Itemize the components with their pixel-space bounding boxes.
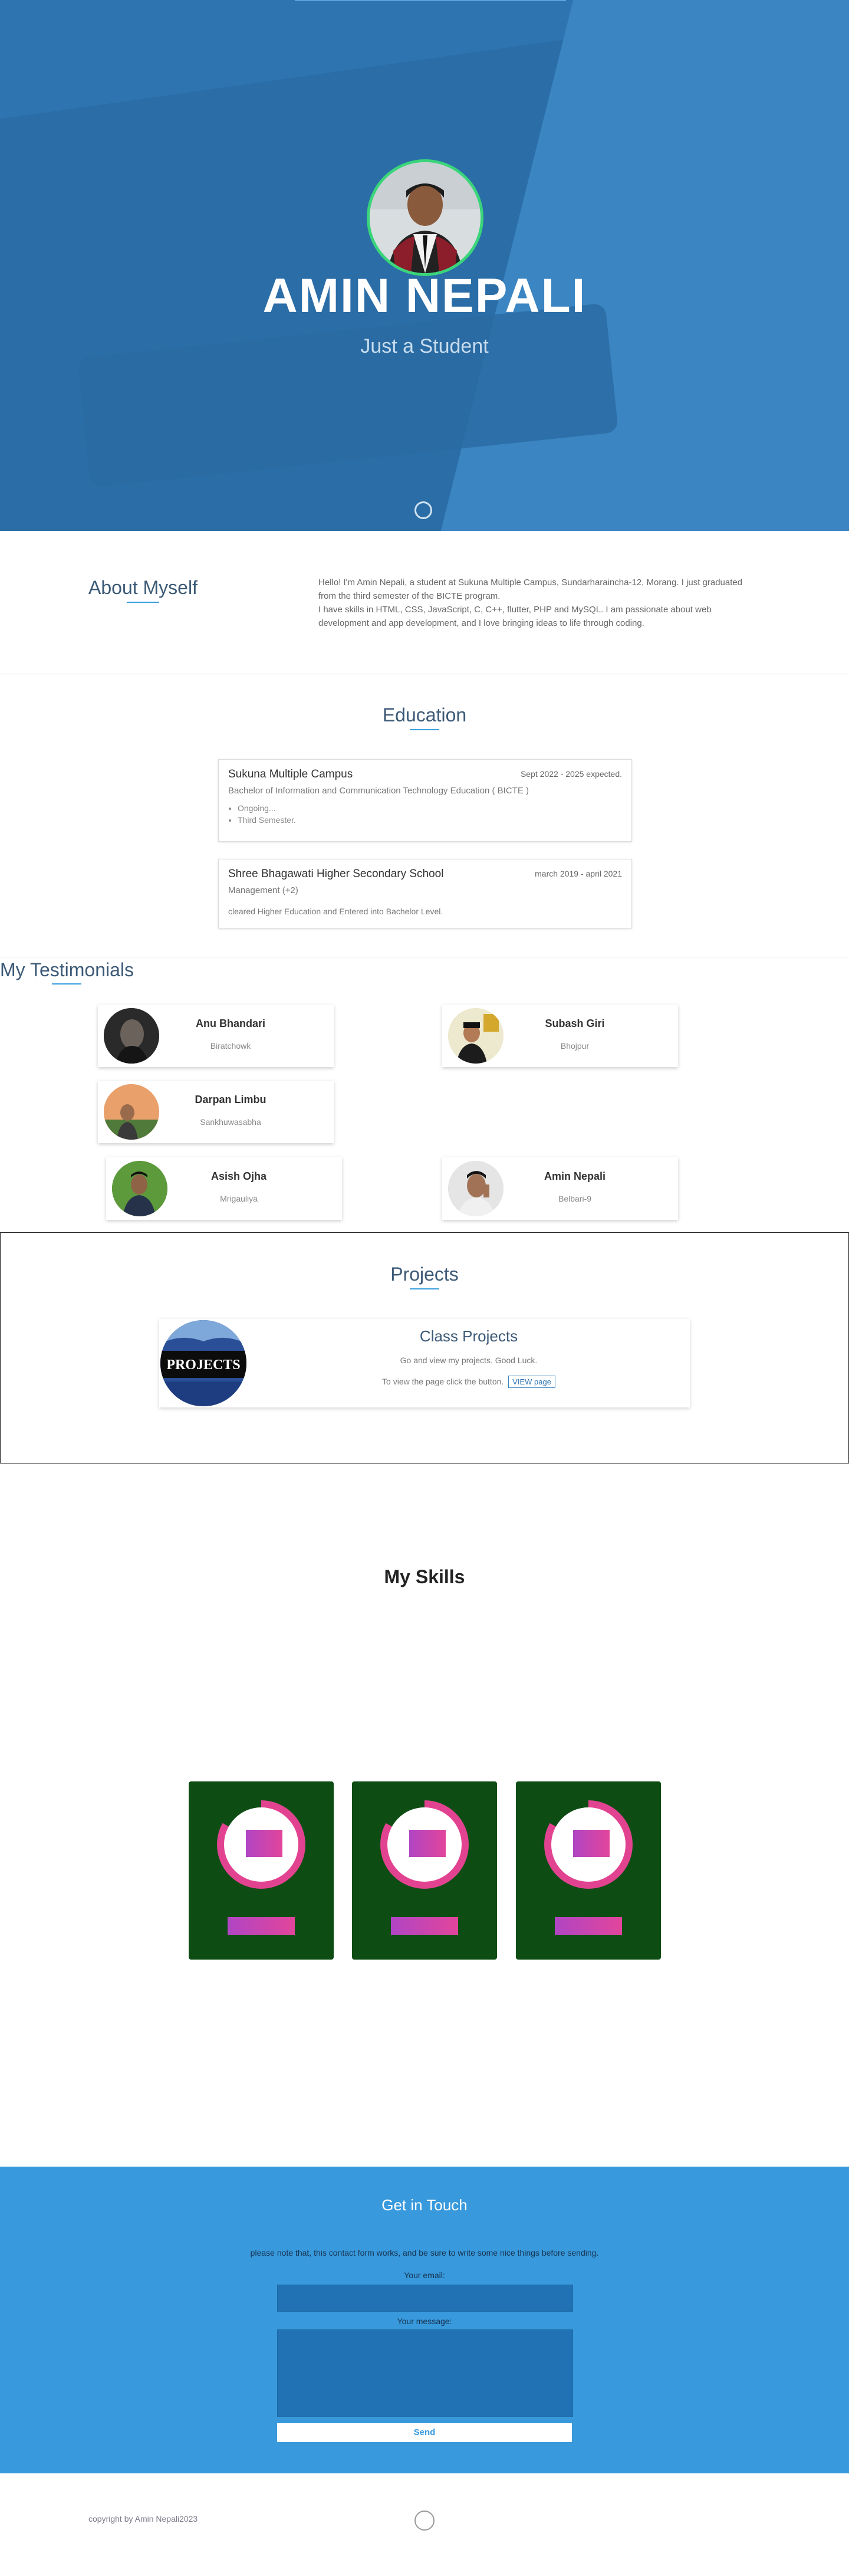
testimonial-card: Subash Giri Bhojpur	[442, 1005, 678, 1067]
skill-label-bar	[555, 1917, 622, 1935]
project-view-text: To view the page click the button.	[382, 1377, 504, 1386]
testimonial-place: Bhojpur	[560, 1041, 590, 1051]
testimonial-avatar	[112, 1161, 167, 1216]
hero-section: AMIN NEPALI Just a Student	[0, 0, 849, 531]
testimonial-avatar	[104, 1084, 159, 1140]
education-school: Shree Bhagawati Higher Secondary School	[228, 868, 444, 880]
contact-note: please note that, this contact form work…	[250, 2248, 599, 2257]
about-text-line2: I have skills in HTML, CSS, JavaScript, …	[318, 605, 712, 628]
about-text-line1: Hello! I'm Amin Nepali, a student at Suk…	[318, 577, 743, 601]
footer-copyright: copyright by Amin Nepali2023	[88, 2514, 198, 2524]
testimonial-name: Anu Bhandari	[195, 1018, 265, 1029]
project-card-title: Class Projects	[419, 1327, 518, 1345]
projects-title: Projects	[390, 1264, 459, 1285]
skill-icon	[246, 1830, 282, 1857]
project-image-text: PROJECTS	[166, 1357, 240, 1373]
education-underline	[410, 729, 439, 730]
testimonial-place: Biratchowk	[210, 1041, 251, 1051]
hero-subtitle: Just a Student	[360, 335, 489, 357]
skill-card	[189, 1781, 334, 1960]
testimonial-avatar	[104, 1008, 159, 1064]
education-bullet: Third Semester.	[238, 814, 296, 826]
send-button[interactable]: Send	[277, 2423, 572, 2442]
email-label: Your email:	[404, 2270, 445, 2280]
testimonial-avatar	[448, 1008, 504, 1064]
skill-progress-ring	[217, 1800, 305, 1889]
view-page-button[interactable]: VIEW page	[508, 1376, 555, 1388]
project-card: PROJECTS Class Projects Go and view my p…	[159, 1319, 690, 1407]
education-card: Sukuna Multiple Campus Sept 2022 - 2025 …	[218, 759, 632, 842]
testimonials-underline	[52, 983, 81, 985]
education-degree: Bachelor of Information and Communicatio…	[228, 786, 529, 796]
education-degree: Management (+2)	[228, 885, 298, 895]
skill-icon	[409, 1830, 446, 1857]
education-bullets: Ongoing... Third Semester.	[228, 802, 296, 826]
skill-icon	[573, 1830, 610, 1857]
testimonial-place: Mrigauliya	[220, 1194, 258, 1203]
skill-card	[352, 1781, 497, 1960]
profile-avatar	[367, 159, 483, 276]
testimonial-name: Asish Ojha	[210, 1170, 267, 1182]
testimonial-card: Darpan Limbu Sankhuwasabha	[98, 1081, 334, 1143]
projects-underline	[410, 1288, 439, 1289]
skill-progress-ring	[380, 1800, 469, 1889]
scroll-down-icon[interactable]	[414, 501, 432, 519]
testimonial-place: Sankhuwasabha	[200, 1117, 261, 1127]
about-underline	[127, 602, 159, 603]
skill-label-bar	[391, 1917, 458, 1935]
skill-progress-ring	[544, 1800, 633, 1889]
testimonial-name: Subash Giri	[545, 1018, 605, 1029]
testimonial-card: Amin Nepali Belbari-9	[442, 1157, 678, 1220]
testimonial-card: Asish Ojha Mrigauliya	[106, 1157, 342, 1220]
skills-title: My Skills	[384, 1566, 465, 1587]
education-bullet: Ongoing...	[238, 802, 296, 814]
education-date: Sept 2022 - 2025 expected.	[520, 769, 622, 779]
testimonial-name: Amin Nepali	[544, 1170, 606, 1182]
education-card: Shree Bhagawati Higher Secondary School …	[218, 859, 632, 928]
message-field[interactable]	[277, 2329, 573, 2417]
testimonial-avatar	[448, 1161, 504, 1216]
education-date: march 2019 - april 2021	[535, 869, 622, 878]
testimonial-card: Anu Bhandari Biratchowk	[98, 1005, 334, 1067]
skill-label-bar	[228, 1917, 295, 1935]
email-field[interactable]	[277, 2285, 573, 2312]
education-title: Education	[382, 704, 467, 726]
back-to-top-icon[interactable]	[414, 2511, 435, 2531]
project-image: PROJECTS	[160, 1320, 246, 1406]
message-label: Your message:	[397, 2316, 452, 2326]
about-text: Hello! I'm Amin Nepali, a student at Suk…	[318, 576, 755, 630]
testimonial-place: Belbari-9	[558, 1194, 592, 1203]
education-school: Sukuna Multiple Campus	[228, 768, 353, 780]
hero-name: AMIN NEPALI	[262, 269, 587, 323]
testimonial-name: Darpan Limbu	[195, 1094, 266, 1105]
skill-card	[516, 1781, 661, 1960]
contact-title: Get in Touch	[381, 2196, 468, 2214]
testimonials-title: My Testimonials	[0, 959, 134, 980]
project-view-row: To view the page click the button. VIEW …	[248, 1376, 690, 1388]
education-note: cleared Higher Education and Entered int…	[228, 907, 443, 916]
about-title: About Myself	[88, 577, 198, 598]
project-description: Go and view my projects. Good Luck.	[400, 1356, 538, 1365]
